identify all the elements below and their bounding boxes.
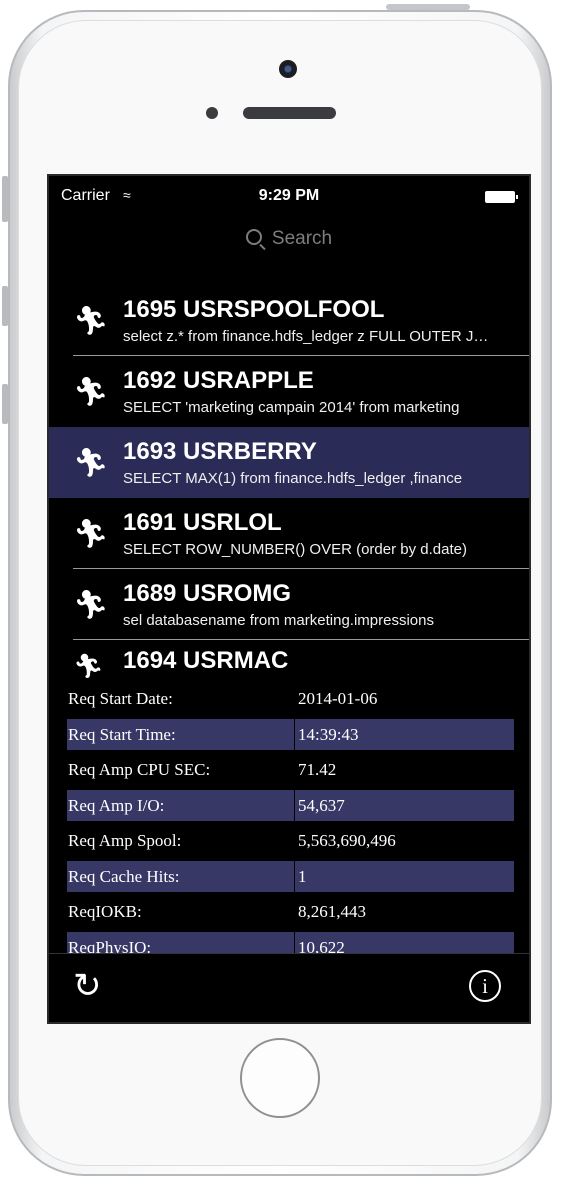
detail-value: 5,563,690,496 [298, 831, 396, 850]
detail-row: Req Amp Spool: 5,563,690,496 [67, 823, 513, 859]
query-row[interactable]: 🏃︎ 1691 USRLOL SELECT ROW_NUMBER() OVER (o… [49, 498, 529, 569]
detail-value: 14:39:43 [295, 718, 514, 750]
query-sql: SELECT ROW_NUMBER() OVER (order by d.dat… [123, 541, 467, 558]
running-man-icon: 🏃︎ [73, 589, 109, 620]
running-man-icon: 🏃︎ [73, 653, 104, 680]
front-camera [279, 60, 297, 78]
query-row[interactable]: 🏃︎ 1692 USRAPPLE SELECT 'marketing campain… [49, 356, 529, 427]
status-time: 9:29 PM [258, 187, 320, 204]
detail-label: ReqIOKB: [68, 902, 142, 921]
detail-label: Req Start Date: [68, 689, 173, 708]
detail-row: ReqIOKB: 8,261,443 [67, 894, 513, 930]
detail-label: Req Amp Spool: [68, 831, 182, 850]
detail-label: Req Amp CPU SEC: [68, 760, 211, 779]
search-icon [245, 229, 262, 245]
detail-value: 54,637 [295, 789, 514, 821]
query-title: 1695 USRSPOOLFOOL [123, 296, 385, 323]
proximity-sensor [206, 107, 218, 119]
detail-value: 1 [295, 860, 514, 892]
query-sql: select z.* from finance.hdfs_ledger z FU… [123, 328, 499, 345]
status-bar: Carrier ≈ 9:29 PM [49, 176, 529, 216]
detail-value: 2014-01-06 [298, 689, 378, 708]
detail-label: Req Amp I/O: [67, 789, 294, 821]
query-title: 1692 USRAPPLE [123, 367, 314, 394]
query-sql: sel databasename from marketing.impressi… [123, 612, 434, 629]
search-placeholder: Search [271, 228, 333, 249]
mute-switch [2, 176, 8, 222]
running-man-icon: 🏃︎ [73, 376, 109, 407]
power-button [386, 4, 470, 10]
search-bar[interactable]: Search [49, 228, 529, 258]
query-row[interactable]: 🏃︎ 1695 USRSPOOLFOOL select z.* from finan… [49, 285, 529, 356]
detail-row: Req Start Time: 14:39:43 [67, 717, 514, 753]
detail-value: 8,261,443 [298, 902, 366, 921]
detail-value: 71.42 [298, 760, 337, 779]
volume-down-button [2, 384, 8, 424]
running-man-icon: 🏃︎ [73, 447, 109, 478]
detail-row: Req Amp CPU SEC: 71.42 [67, 752, 513, 788]
detail-label: Req Start Time: [67, 718, 294, 750]
query-list: 🏃︎ 1695 USRSPOOLFOOL select z.* from finan… [49, 285, 529, 640]
detail-row: Req Cache Hits: 1 [67, 859, 514, 895]
app-screen: Carrier ≈ 9:29 PM Search 🏃︎ 1695 USRSPOOL… [47, 174, 531, 1024]
detail-row: Req Amp I/O: 54,637 [67, 788, 514, 824]
query-row[interactable]: 🏃︎ 1689 USROMG sel databasename from marke… [49, 569, 529, 640]
info-icon[interactable]: i [469, 970, 501, 1002]
running-man-icon: 🏃︎ [73, 518, 109, 549]
refresh-icon[interactable]: ↻ [73, 968, 102, 1004]
battery-icon [485, 191, 518, 203]
earpiece-speaker [243, 107, 336, 119]
query-details-table: Req Start Date: 2014-01-06 Req Start Time:… [67, 681, 514, 965]
query-sql: SELECT MAX(1) from finance.hdfs_ledger ,… [123, 470, 463, 487]
detail-row: Req Start Date: 2014-01-06 [67, 681, 513, 717]
query-sql: SELECT 'marketing campain 2014' from mar… [123, 399, 460, 416]
detail-label: Req Cache Hits: [67, 860, 294, 892]
running-man-icon: 🏃︎ [73, 305, 109, 336]
query-title: 1691 USRLOL [123, 509, 282, 536]
query-title: 1693 USRBERRY [123, 438, 317, 465]
home-button[interactable] [240, 1038, 320, 1118]
query-row[interactable]: 🏃︎ 1693 USRBERRY SELECT MAX(1) from financ… [49, 427, 529, 498]
query-title: 1689 USROMG [123, 580, 292, 607]
bottom-toolbar: ↻ i [49, 953, 529, 1022]
volume-up-button [2, 286, 8, 326]
expanded-query-title: 1694 USRMAC [123, 647, 289, 674]
